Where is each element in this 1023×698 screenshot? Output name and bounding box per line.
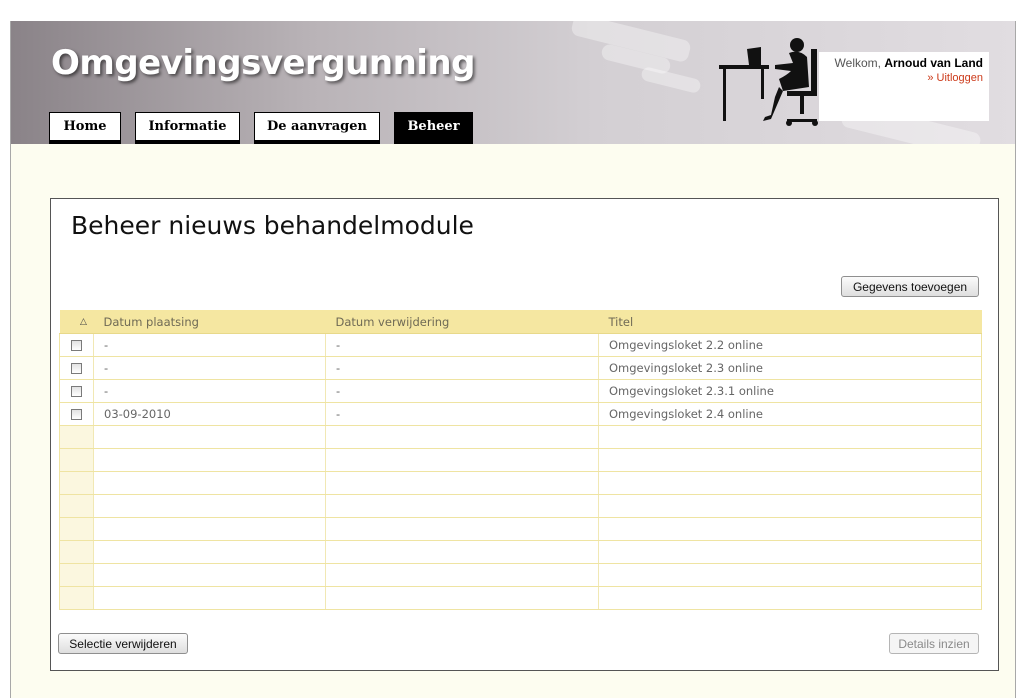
row-select-cell <box>59 402 94 426</box>
cell-datum-plaatsing: - <box>93 333 326 357</box>
empty-table-row <box>59 517 982 541</box>
cell-datum-verwijdering: - <box>325 333 599 357</box>
column-header-titel[interactable]: Titel <box>598 310 982 334</box>
empty-table-row <box>59 471 982 495</box>
view-details-button[interactable]: Details inzien <box>889 633 979 654</box>
delete-selection-button[interactable]: Selectie verwijderen <box>58 633 188 654</box>
column-header-datum-plaatsing[interactable]: Datum plaatsing <box>93 310 326 334</box>
user-box: Welkom, Arnoud van Land » Uitloggen <box>819 52 989 121</box>
app-title: Omgevingsvergunning <box>51 43 475 83</box>
table-row[interactable]: - - Omgevingsloket 2.3 online <box>59 356 982 380</box>
empty-table-row <box>59 494 982 518</box>
sort-ascending-icon[interactable]: △ <box>59 310 94 334</box>
table-row[interactable]: - - Omgevingsloket 2.3.1 online <box>59 379 982 403</box>
cell-datum-verwijdering: - <box>325 356 599 380</box>
checkbox-icon[interactable] <box>71 409 82 420</box>
empty-table-row <box>59 425 982 449</box>
checkbox-icon[interactable] <box>71 340 82 351</box>
user-name: Arnoud van Land <box>884 56 983 70</box>
empty-table-row <box>59 448 982 472</box>
tab-home[interactable]: Home <box>49 112 121 144</box>
empty-table-row <box>59 586 982 610</box>
checkbox-icon[interactable] <box>71 386 82 397</box>
cell-titel: Omgevingsloket 2.2 online <box>598 333 982 357</box>
logout-link[interactable]: » Uitloggen <box>927 72 983 84</box>
tab-beheer[interactable]: Beheer <box>394 112 473 144</box>
news-admin-panel: Beheer nieuws behandelmodule Gegevens to… <box>50 198 999 671</box>
add-data-button[interactable]: Gegevens toevoegen <box>841 276 979 297</box>
row-select-cell <box>59 356 94 380</box>
row-select-cell <box>59 333 94 357</box>
table-row[interactable]: 03-09-2010 - Omgevingsloket 2.4 online <box>59 402 982 426</box>
cell-datum-plaatsing: - <box>93 379 326 403</box>
checkbox-icon[interactable] <box>71 363 82 374</box>
column-header-datum-verwijdering[interactable]: Datum verwijdering <box>325 310 599 334</box>
empty-table-row <box>59 563 982 587</box>
cell-datum-plaatsing: - <box>93 356 326 380</box>
cell-datum-verwijdering: - <box>325 379 599 403</box>
site-header: Omgevingsvergunning Home Informatie De a… <box>11 21 1015 144</box>
app-window: Omgevingsvergunning Home Informatie De a… <box>10 21 1016 698</box>
page-title: Beheer nieuws behandelmodule <box>71 211 474 240</box>
news-table: △ Datum plaatsing Datum verwijdering Tit… <box>59 310 982 610</box>
cell-datum-plaatsing: 03-09-2010 <box>93 402 326 426</box>
welcome-text: Welkom, Arnoud van Land <box>835 56 983 70</box>
table-row[interactable]: - - Omgevingsloket 2.2 online <box>59 333 982 357</box>
table-header-row: △ Datum plaatsing Datum verwijdering Tit… <box>59 310 982 334</box>
cell-titel: Omgevingsloket 2.4 online <box>598 402 982 426</box>
welcome-greeting: Welkom, <box>834 56 881 70</box>
tab-de-aanvragen[interactable]: De aanvragen <box>254 112 380 144</box>
person-at-desk-silhouette-icon <box>719 38 818 126</box>
tab-informatie[interactable]: Informatie <box>135 112 240 144</box>
row-select-cell <box>59 379 94 403</box>
cell-titel: Omgevingsloket 2.3.1 online <box>598 379 982 403</box>
cell-titel: Omgevingsloket 2.3 online <box>598 356 982 380</box>
cell-datum-verwijdering: - <box>325 402 599 426</box>
empty-table-row <box>59 540 982 564</box>
